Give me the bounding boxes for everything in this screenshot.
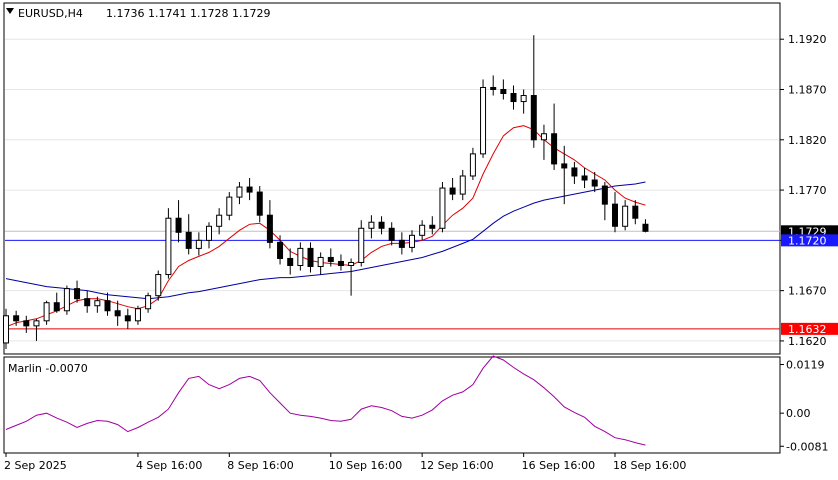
x-tick-label: 10 Sep 16:00	[329, 459, 402, 472]
ohlc-label: 1.1736 1.1741 1.1728 1.1729	[106, 7, 270, 20]
bear-candle	[510, 93, 517, 103]
price-labels: 1.17291.17201.1632	[781, 225, 838, 336]
bear-candle	[561, 163, 568, 169]
bull-candle	[145, 295, 152, 310]
bull-candle	[3, 315, 9, 344]
oscillator-panel[interactable]	[3, 356, 781, 454]
bull-candle	[459, 175, 466, 195]
bull-candle	[43, 302, 50, 322]
bull-candle	[540, 133, 547, 141]
bull-candle	[94, 300, 101, 307]
bull-candle	[480, 86, 487, 155]
y-tick-label: 1.1670	[788, 285, 827, 298]
bear-candle	[185, 231, 192, 249]
bull-candle	[409, 234, 415, 248]
bull-candle	[358, 227, 365, 263]
bull-candle	[155, 274, 162, 297]
x-tick-label: 8 Sep 16:00	[227, 459, 293, 472]
price-axis: 1.1920 1.1870 1.1820 1.1770 1.1720 1.1670 1.16…	[780, 33, 827, 348]
y-tick-label: 1.1820	[788, 134, 827, 147]
bear-candle	[398, 239, 405, 248]
price-panel[interactable]	[3, 2, 781, 355]
bear-candle	[256, 191, 263, 216]
bear-candle	[287, 257, 294, 266]
x-tick-label: 12 Sep 16:00	[420, 459, 493, 472]
x-tick-label: 18 Sep 16:00	[613, 459, 686, 472]
bull-candle	[216, 214, 223, 227]
bear-candle	[449, 187, 456, 195]
bear-candle	[84, 298, 91, 307]
bull-candle	[622, 205, 629, 227]
bull-candle	[236, 186, 243, 198]
y-tick-label: 1.1770	[788, 184, 827, 197]
bear-candle	[53, 302, 60, 312]
bear-candle	[601, 185, 608, 205]
symbol-label: EURUSD,H4	[18, 7, 83, 20]
bear-candle	[74, 288, 81, 300]
bull-candle	[206, 225, 212, 241]
bear-candle	[175, 217, 182, 233]
osc-tick-label: -0.0081	[786, 440, 828, 453]
bear-candle	[307, 247, 314, 268]
bull-candle	[439, 187, 446, 229]
x-tick-label: 4 Sep 16:00	[136, 459, 202, 472]
bull-candle	[520, 95, 527, 103]
bull-candle	[419, 224, 426, 236]
bull-candle	[33, 320, 40, 327]
y-tick-label: 1.1920	[788, 33, 827, 46]
bear-candle	[632, 205, 639, 219]
bull-candle	[348, 261, 355, 266]
bear-candle	[277, 241, 284, 259]
bear-candle	[388, 227, 395, 241]
bear-candle	[581, 175, 588, 181]
osc-tick-label: 0.0119	[786, 359, 825, 372]
bear-candle	[571, 167, 578, 177]
bull-candle	[368, 221, 375, 229]
bear-candle	[124, 315, 131, 322]
oscillator-label: Marlin -0.0070	[8, 362, 88, 375]
bear-candle	[500, 88, 507, 95]
time-axis: 2 Sep 2025 4 Sep 16:00 8 Sep 16:00 10 Sep 1…	[4, 453, 686, 472]
bear-candle	[246, 186, 253, 193]
bear-candle	[266, 214, 273, 243]
x-tick-label: 2 Sep 2025	[4, 459, 67, 472]
bull-candle	[63, 288, 70, 312]
x-tick-label: 16 Sep 16:00	[522, 459, 595, 472]
price-label-text: 1.1632	[788, 323, 827, 336]
bear-candle	[23, 320, 30, 327]
chart-svg[interactable]: 1.1920 1.1870 1.1820 1.1770 1.1720 1.1670 1.16…	[0, 0, 838, 476]
bear-candle	[337, 260, 344, 266]
bull-candle	[134, 308, 141, 322]
bear-candle	[591, 179, 598, 187]
y-tick-label: 1.1870	[788, 83, 827, 96]
bull-candle	[469, 153, 476, 177]
bear-candle	[429, 224, 436, 229]
bear-candle	[114, 310, 121, 317]
bull-candle	[195, 239, 202, 249]
bear-candle	[104, 300, 111, 312]
bear-candle	[612, 203, 618, 227]
bear-candle	[327, 256, 334, 262]
y-tick-label: 1.1620	[788, 335, 827, 348]
bear-candle	[13, 315, 20, 322]
bull-candle	[297, 247, 304, 266]
osc-tick-label: 0.00	[786, 407, 811, 420]
bear-candle	[530, 95, 537, 141]
bull-candle	[165, 217, 172, 276]
bear-candle	[490, 86, 497, 90]
price-label-text: 1.1720	[788, 234, 827, 247]
bear-candle	[378, 221, 385, 229]
bull-candle	[317, 256, 324, 268]
bull-candle	[226, 196, 233, 216]
bear-candle	[642, 223, 649, 232]
trading-chart[interactable]: 1.1920 1.1870 1.1820 1.1770 1.1720 1.1670 1.16…	[0, 0, 838, 476]
bear-candle	[551, 133, 558, 165]
